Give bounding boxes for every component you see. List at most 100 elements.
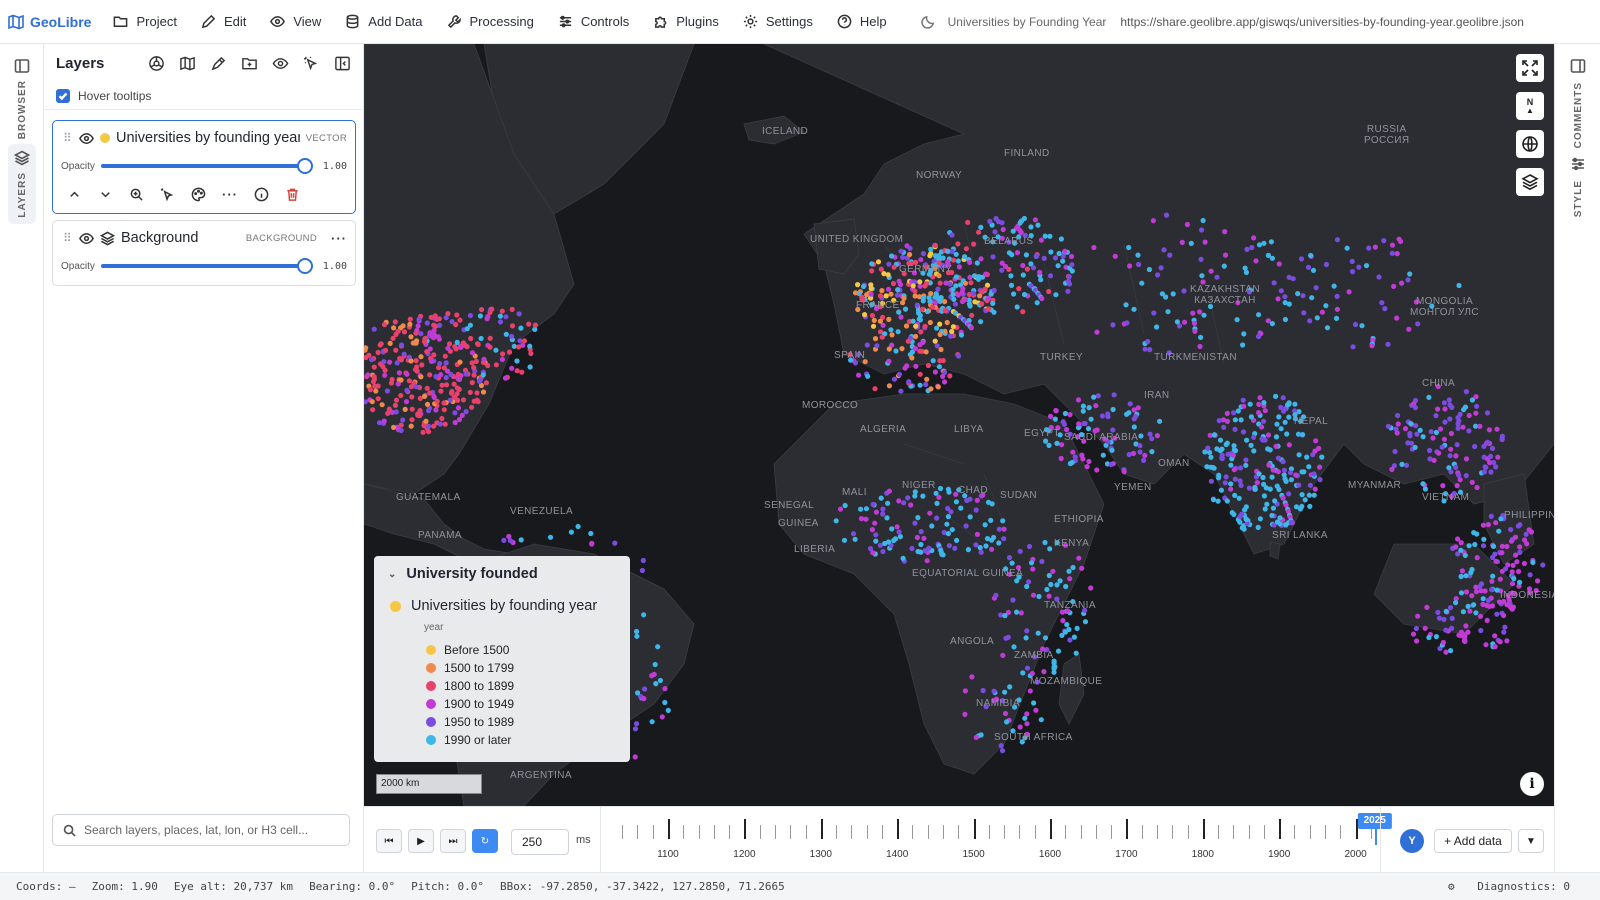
university-point[interactable] [1453,464,1459,470]
university-point[interactable] [950,291,956,298]
university-point[interactable] [1066,568,1072,574]
university-point[interactable] [1020,272,1026,278]
university-point[interactable] [896,498,902,504]
university-point[interactable] [1517,522,1523,528]
style-tab[interactable]: STYLE [1565,156,1591,217]
university-point[interactable] [1205,445,1211,451]
university-point[interactable] [487,335,493,341]
university-point[interactable] [1021,291,1028,298]
university-point[interactable] [476,378,483,384]
university-point[interactable] [452,419,458,426]
university-point[interactable] [1271,280,1277,286]
university-point[interactable] [1376,274,1382,280]
university-point[interactable] [1526,527,1532,533]
university-point[interactable] [1474,484,1480,491]
layer-search[interactable] [52,814,350,846]
avatar[interactable]: Y [1400,829,1424,853]
university-point[interactable] [418,354,424,360]
university-point[interactable] [924,376,930,382]
university-point[interactable] [900,300,906,306]
university-point[interactable] [518,537,524,543]
university-point[interactable] [924,558,930,564]
university-point[interactable] [1282,316,1288,323]
university-point[interactable] [1052,255,1059,261]
university-point[interactable] [1100,452,1106,458]
university-point[interactable] [516,311,522,317]
university-point[interactable] [1018,229,1024,235]
university-point[interactable] [1020,670,1026,676]
university-point[interactable] [1210,497,1217,503]
university-point[interactable] [962,254,968,260]
university-point[interactable] [864,342,870,348]
university-point[interactable] [1510,562,1516,569]
university-point[interactable] [589,540,595,546]
university-point[interactable] [1064,622,1070,628]
layer-card-background[interactable]: ⠿ Background BACKGROUND ··· Opacity 1.00 [52,220,356,286]
university-point[interactable] [370,379,376,385]
university-point[interactable] [1447,402,1453,408]
university-point[interactable] [1001,526,1007,532]
university-point[interactable] [1509,606,1515,612]
university-point[interactable] [1486,427,1492,433]
university-point[interactable] [962,711,968,718]
university-point[interactable] [1214,446,1220,452]
university-point[interactable] [889,332,895,338]
university-point[interactable] [1395,412,1401,419]
university-point[interactable] [1457,411,1463,417]
university-point[interactable] [975,276,982,282]
university-point[interactable] [662,699,668,706]
university-point[interactable] [1313,285,1319,291]
university-point[interactable] [443,382,450,388]
university-point[interactable] [1027,688,1033,694]
university-point[interactable] [1273,434,1280,440]
university-point[interactable] [1513,552,1519,558]
university-point[interactable] [1058,455,1064,462]
university-point[interactable] [950,257,957,263]
university-point[interactable] [1124,320,1130,326]
university-point[interactable] [1492,633,1498,639]
university-point[interactable] [1131,306,1137,312]
university-point[interactable] [927,299,933,305]
university-point[interactable] [1319,454,1325,460]
university-point[interactable] [1467,608,1473,614]
university-point[interactable] [915,548,921,555]
draw-icon[interactable] [210,55,227,72]
university-point[interactable] [1018,610,1024,616]
university-point[interactable] [1402,426,1409,432]
university-point[interactable] [1058,236,1064,242]
university-point[interactable] [1094,467,1100,473]
university-point[interactable] [427,390,433,396]
university-point[interactable] [393,331,399,337]
university-point[interactable] [1269,321,1275,327]
university-point[interactable] [1442,419,1448,425]
university-point[interactable] [865,373,871,379]
university-point[interactable] [909,355,915,361]
university-point[interactable] [1265,446,1271,452]
university-point[interactable] [376,420,383,426]
university-point[interactable] [1050,568,1056,574]
university-point[interactable] [1039,295,1045,302]
university-point[interactable] [1453,544,1459,550]
university-point[interactable] [877,318,884,324]
university-point[interactable] [1458,573,1464,580]
university-point[interactable] [1265,432,1272,438]
university-point[interactable] [400,323,406,329]
university-point[interactable] [1502,624,1508,630]
drag-handle-icon[interactable]: ⠿ [63,131,73,145]
menu-controls[interactable]: Controls [546,7,641,37]
university-point[interactable] [1288,477,1294,483]
university-point[interactable] [928,291,934,297]
university-point[interactable] [634,721,640,727]
university-point[interactable] [409,417,415,423]
university-point[interactable] [906,379,912,385]
university-point[interactable] [942,299,948,305]
university-point[interactable] [1436,615,1442,621]
university-point[interactable] [1270,505,1276,511]
university-point[interactable] [953,499,960,505]
university-point[interactable] [408,423,414,429]
university-point[interactable] [1243,516,1249,522]
university-point[interactable] [1489,587,1495,593]
university-point[interactable] [1004,719,1010,725]
identify-icon[interactable] [160,187,175,202]
university-point[interactable] [1282,294,1288,300]
